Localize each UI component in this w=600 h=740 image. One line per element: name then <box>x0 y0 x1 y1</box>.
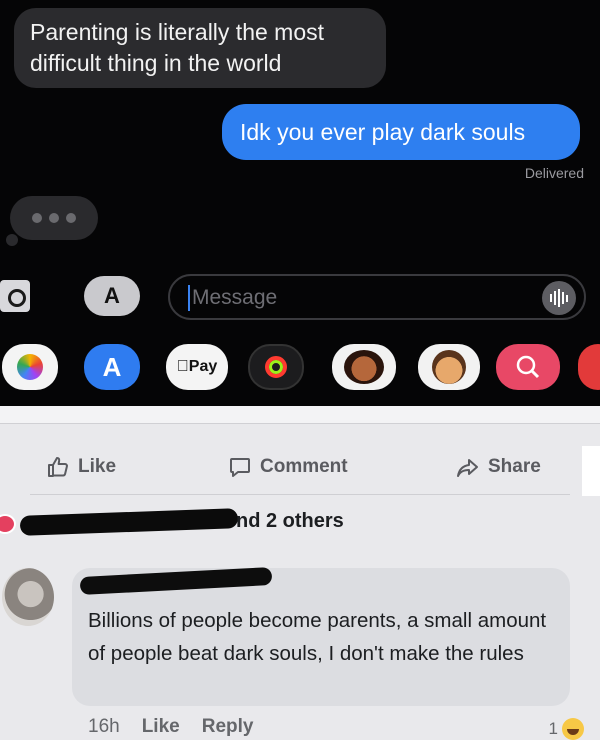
text-caret <box>188 285 190 311</box>
haha-reaction-icon <box>562 718 584 740</box>
comment-button[interactable]: Comment <box>228 446 348 488</box>
imessage-conversation: Parenting is literally the most difficul… <box>0 0 600 275</box>
tray-memoji-stickers[interactable] <box>332 344 396 390</box>
tray-animoji[interactable] <box>418 344 480 390</box>
typing-dot <box>49 213 59 223</box>
audio-wave-icon <box>554 291 556 305</box>
app-store-button[interactable]: A <box>84 276 140 316</box>
comment-icon <box>230 458 250 477</box>
love-reaction-icon <box>0 514 16 534</box>
app-store-icon: A <box>102 351 122 382</box>
reaction-count: 1 <box>548 719 558 738</box>
reactions-summary[interactable]: nd 2 others <box>0 506 600 542</box>
like-button[interactable]: Like <box>46 446 116 488</box>
delivered-status: Delivered <box>524 165 584 181</box>
globe-search-icon <box>516 355 540 379</box>
typing-dot <box>32 213 42 223</box>
redacted-names <box>19 508 239 536</box>
memoji-icon <box>344 350 384 384</box>
comment-like-link[interactable]: Like <box>142 716 180 740</box>
share-button[interactable]: Share <box>456 446 541 488</box>
thumbs-up-icon <box>48 457 68 477</box>
share-label: Share <box>488 456 541 477</box>
tray-app-store[interactable]: A <box>84 344 140 390</box>
message-input[interactable] <box>192 284 492 312</box>
audio-wave-icon <box>558 289 560 307</box>
app-store-icon: A <box>104 283 120 308</box>
tray-more-app[interactable] <box>578 344 600 390</box>
comment-reply-link[interactable]: Reply <box>202 716 254 740</box>
right-edge-strip <box>582 446 600 496</box>
audio-record-button[interactable] <box>542 281 576 315</box>
tray-activity-app[interactable] <box>248 344 304 390</box>
imessage-app-tray: A Pay <box>0 324 600 406</box>
typing-indicator <box>6 196 98 246</box>
comment-timestamp[interactable]: 16h <box>88 716 120 740</box>
comment-meta: 16h Like Reply <box>88 716 253 740</box>
commenter-avatar[interactable] <box>2 568 54 626</box>
audio-wave-icon <box>550 294 552 302</box>
apple-pay-label: Pay <box>177 358 217 375</box>
tray-apple-pay[interactable]: Pay <box>166 344 228 390</box>
post-top-edge <box>0 406 600 424</box>
reactions-text: nd 2 others <box>236 510 344 532</box>
facebook-post-footer: Like Comment Share nd 2 others Billions … <box>0 406 600 740</box>
audio-wave-icon <box>566 294 568 302</box>
message-input-row: A <box>0 268 600 324</box>
tray-photos-app[interactable] <box>2 344 58 390</box>
post-action-bar: Like Comment Share <box>0 446 600 488</box>
share-arrow-icon <box>457 459 478 477</box>
incoming-message-bubble: Parenting is literally the most difficul… <box>14 8 386 88</box>
camera-icon[interactable] <box>0 280 30 312</box>
message-field[interactable] <box>168 274 586 320</box>
audio-wave-icon <box>562 292 564 304</box>
typing-dot <box>66 213 76 223</box>
like-label: Like <box>78 456 117 477</box>
animoji-icon <box>432 350 466 384</box>
activity-rings-icon <box>265 356 287 378</box>
outgoing-message-bubble: Idk you ever play dark souls <box>222 104 580 160</box>
comment-label: Comment <box>260 456 348 477</box>
comment-text: Billions of people become parents, a sma… <box>88 609 547 665</box>
photos-icon <box>17 354 43 380</box>
tray-image-search[interactable] <box>496 344 560 390</box>
comment-reaction-count[interactable]: 1 <box>549 718 584 740</box>
divider <box>30 494 570 495</box>
comment: Billions of people become parents, a sma… <box>0 566 600 740</box>
